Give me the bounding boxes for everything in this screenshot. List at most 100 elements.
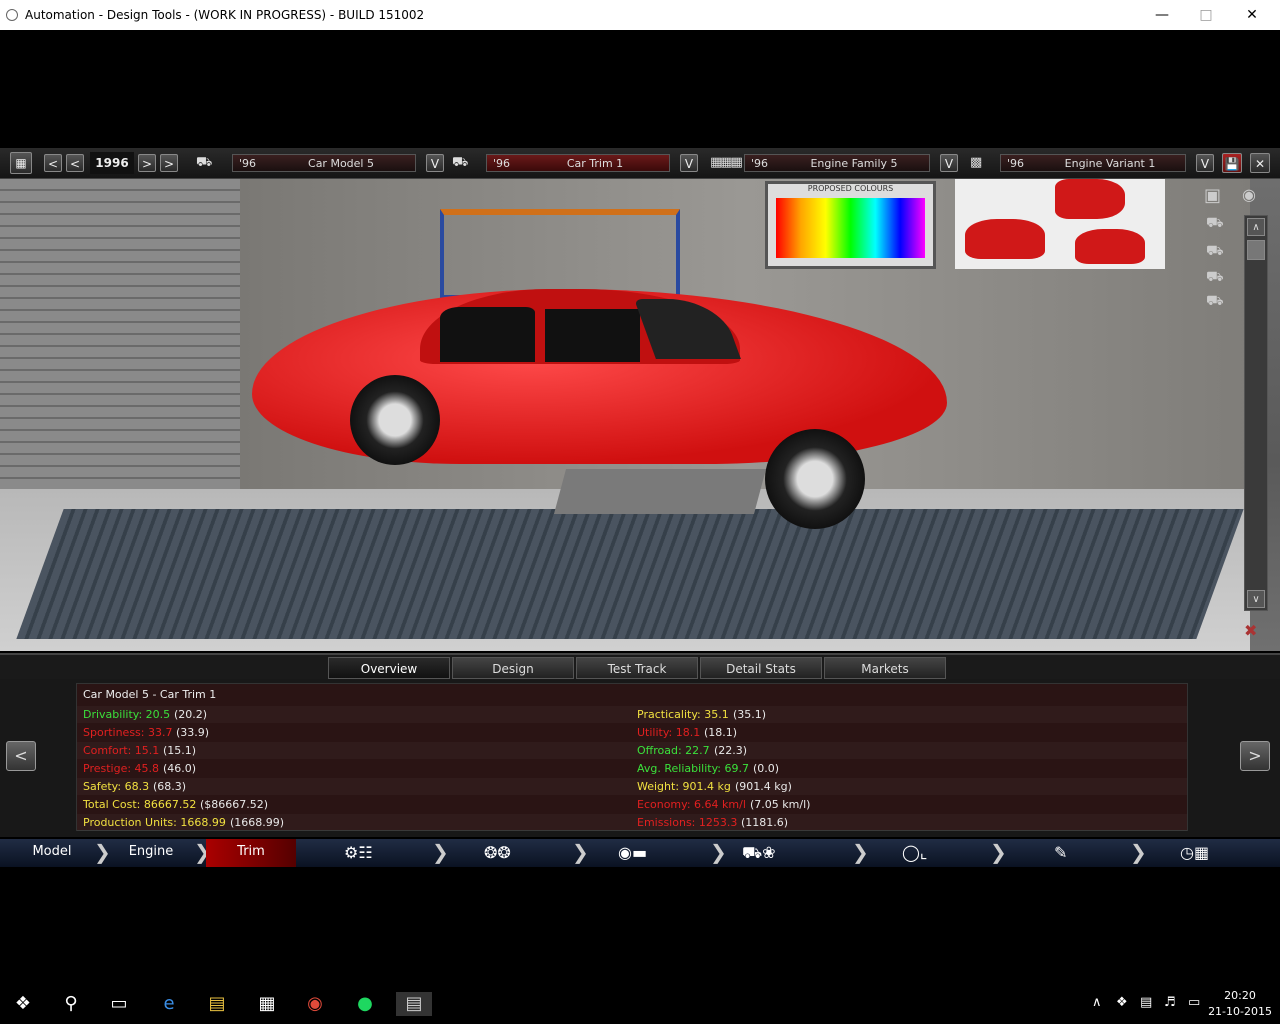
engine-family-dropdown-button[interactable]: V	[940, 154, 958, 172]
car-3d-viewport[interactable]: PROPOSED COLOURS ▣ ◉ ⛟ ⛟ ⛟ ⛟ ∧ ∨ ✖	[0, 179, 1280, 651]
store-icon[interactable]: ▦	[254, 992, 280, 1016]
body-aero-icon[interactable]: ⛟❀	[742, 843, 776, 864]
window-title: Automation - Design Tools - (WORK IN PRO…	[25, 8, 425, 22]
stat-label: Production Units: 1668.99	[83, 816, 226, 829]
car-lift	[553, 469, 767, 514]
viewport-scrollbar[interactable]: ∧ ∨	[1244, 215, 1268, 611]
shelf-rack	[440, 209, 680, 299]
tab-overview[interactable]: Overview	[328, 657, 450, 679]
engine-variant-dropdown-button[interactable]: V	[1196, 154, 1214, 172]
scroll-thumb[interactable]	[1247, 240, 1265, 260]
stat-value: (35.1)	[733, 708, 767, 721]
chevron-right-icon: ❯	[710, 840, 727, 864]
chassis-view-icon[interactable]: ⛟	[1206, 243, 1224, 261]
nav-engine[interactable]: Engine	[108, 839, 194, 867]
stat-label: Drivability: 20.5	[83, 708, 171, 721]
car-trim-year: '96	[493, 157, 511, 170]
eye-icon[interactable]: ◉	[1242, 185, 1256, 204]
wheel-view-icon[interactable]: ⛟	[1206, 293, 1224, 311]
car-model-icon: ⛟	[196, 155, 213, 170]
minimize-button[interactable]: —	[1139, 0, 1185, 30]
nav-model[interactable]: Model	[10, 839, 94, 867]
scroll-up-button[interactable]: ∧	[1247, 218, 1265, 236]
engine-family-year: '96	[751, 157, 769, 170]
wheels-icon[interactable]: ❂❂	[484, 843, 511, 862]
stat-value: (68.3)	[153, 780, 187, 793]
year-next-button[interactable]: >	[138, 154, 156, 172]
front-wheel	[765, 429, 865, 529]
engine-variant-select[interactable]: '96 Engine Variant 1	[1000, 154, 1186, 172]
engine-variant-name: Engine Variant 1	[1064, 157, 1156, 170]
car-model-select[interactable]: '96 Car Model 5	[232, 154, 416, 172]
panel-prev-button[interactable]: <	[6, 741, 36, 771]
stat-value: (18.1)	[704, 726, 738, 739]
scroll-down-button[interactable]: ∨	[1247, 590, 1265, 608]
tab-detail-stats[interactable]: Detail Stats	[700, 657, 822, 679]
dropbox-icon[interactable]: ❖	[1116, 995, 1128, 1010]
window-titlebar: Automation - Design Tools - (WORK IN PRO…	[0, 0, 1280, 31]
task-view-icon[interactable]: ▭	[106, 992, 132, 1016]
camera-icon[interactable]: ▣	[1204, 185, 1221, 206]
spotify-icon[interactable]: ●	[352, 992, 378, 1016]
notification-icon[interactable]: ▭	[1188, 995, 1200, 1010]
brakes-icon[interactable]: ◉▬	[618, 843, 647, 862]
colour-swatches	[776, 198, 925, 258]
stat-label: Practicality: 35.1	[637, 708, 729, 721]
year-prev-button[interactable]: <	[44, 154, 62, 172]
network-icon[interactable]: ▤	[1140, 995, 1152, 1010]
close-window-button[interactable]: ✕	[1229, 0, 1275, 30]
year-next-fast-button[interactable]: >	[160, 154, 178, 172]
car-trim-dropdown-button[interactable]: V	[680, 154, 698, 172]
stat-label: Emissions: 1253.3	[637, 816, 738, 829]
interior-icon[interactable]: ◯⌞	[902, 843, 927, 862]
finish-flag-icon[interactable]: ◷▦	[1180, 843, 1209, 862]
tab-markets[interactable]: Markets	[824, 657, 946, 679]
engine-family-name: Engine Family 5	[810, 157, 898, 170]
close-designer-button[interactable]: ✕	[1250, 153, 1270, 173]
car-model-dropdown-button[interactable]: V	[426, 154, 444, 172]
search-icon[interactable]: ⚲	[58, 992, 84, 1016]
nav-trim[interactable]: Trim	[206, 839, 296, 867]
year-prev-fast-button[interactable]: <	[66, 154, 84, 172]
overview-panel: < > Car Model 5 - Car Trim 1 Drivability…	[0, 679, 1280, 837]
stats-title: Car Model 5 - Car Trim 1	[83, 688, 217, 701]
volume-icon[interactable]: ♬	[1164, 995, 1176, 1010]
file-explorer-icon[interactable]: ▤	[204, 992, 230, 1016]
windows-taskbar: ❖ ⚲ ▭ e ▤ ▦ ◉ ● ▤ ∧ ❖ ▤ ♬ ▭ 20:20 21-10-…	[0, 984, 1280, 1024]
reset-view-icon[interactable]: ✖	[1244, 621, 1257, 640]
tray-expand-icon[interactable]: ∧	[1092, 995, 1102, 1010]
engine-family-select[interactable]: '96 Engine Family 5	[744, 154, 930, 172]
stat-label: Offroad: 22.7	[637, 744, 710, 757]
stat-label: Utility: 18.1	[637, 726, 701, 739]
tab-test-track[interactable]: Test Track	[576, 657, 698, 679]
windows-start-icon[interactable]: ❖	[10, 992, 36, 1016]
lift-view-icon[interactable]: ⛟	[1206, 269, 1224, 287]
drivetrain-icon[interactable]: ⚙☷	[344, 843, 373, 862]
chrome-icon[interactable]: ◉	[302, 992, 328, 1016]
save-icon[interactable]: 💾	[1222, 153, 1242, 173]
selector-toolbar: ▦ < < 1996 > > ⛟ '96 Car Model 5 V ⛟ '96…	[0, 148, 1280, 179]
stat-value: (33.9)	[176, 726, 210, 739]
design-stage-nav: Model ❯ Engine ❯ Trim ⚙☷ ❯ ❂❂ ❯ ◉▬ ❯ ⛟❀ …	[0, 839, 1280, 867]
calendar-icon[interactable]: ▦	[10, 152, 32, 174]
edge-icon[interactable]: e	[156, 992, 182, 1016]
stat-value: (15.1)	[163, 744, 197, 757]
engine-variant-year: '96	[1007, 157, 1025, 170]
stat-value: (46.0)	[163, 762, 197, 775]
rear-wheel	[350, 375, 440, 465]
car-trim-icon: ⛟	[452, 155, 469, 170]
maximize-button[interactable]: □	[1183, 0, 1229, 30]
stat-value: (20.2)	[174, 708, 208, 721]
car-trim-select[interactable]: '96 Car Trim 1	[486, 154, 670, 172]
year-display: 1996	[90, 152, 134, 174]
automation-app-icon[interactable]: ▤	[396, 992, 432, 1016]
panel-next-button[interactable]: >	[1240, 741, 1270, 771]
chevron-right-icon: ❯	[1130, 840, 1147, 864]
stat-label: Prestige: 45.8	[83, 762, 160, 775]
car-view-icon[interactable]: ⛟	[1206, 215, 1224, 233]
tab-design[interactable]: Design	[452, 657, 574, 679]
paint-icon[interactable]: ✎	[1054, 843, 1067, 862]
taskbar-clock[interactable]: 20:20 21-10-2015	[1208, 988, 1272, 1020]
car-poster	[955, 179, 1165, 269]
car-trim-name: Car Trim 1	[566, 157, 624, 170]
